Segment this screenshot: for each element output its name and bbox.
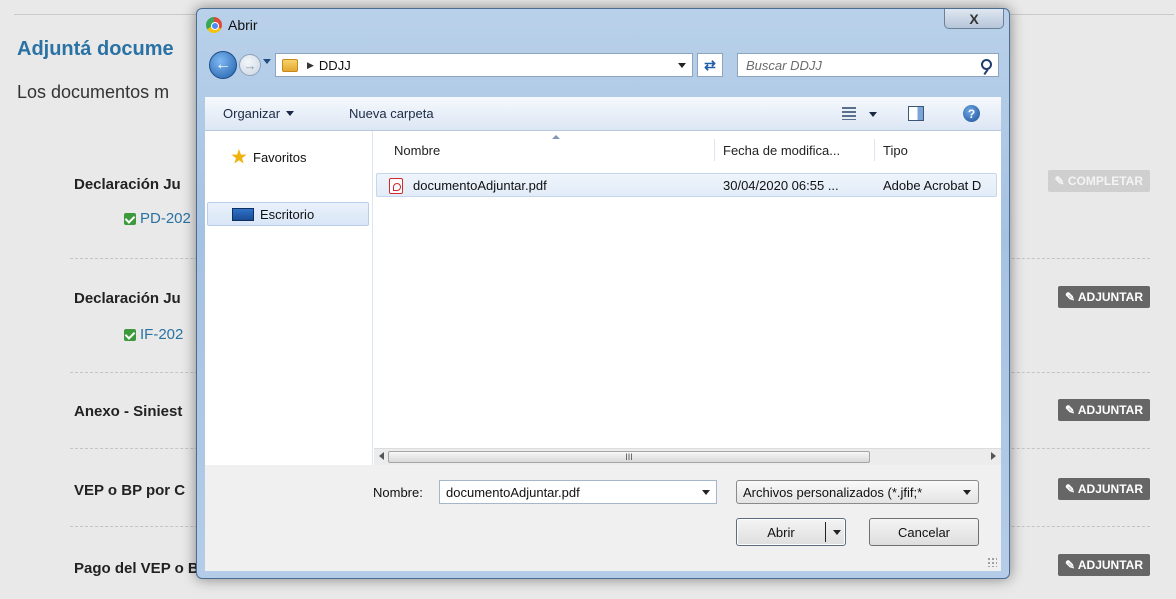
document-name: Declaración Ju — [74, 176, 181, 193]
refresh-button[interactable]: ⇄ — [697, 53, 723, 77]
complete-button[interactable]: ✎ COMPLETAR — [1047, 170, 1150, 192]
view-dropdown-icon[interactable] — [869, 112, 877, 117]
file-type-select[interactable]: Archivos personalizados (*.jfif;* — [736, 480, 979, 504]
star-icon — [231, 149, 247, 164]
search-icon[interactable] — [981, 59, 992, 70]
cancel-button[interactable]: Cancelar — [869, 518, 979, 546]
check-icon — [124, 212, 136, 225]
filename-label: Nombre: — [373, 485, 423, 500]
address-dropdown-icon[interactable] — [678, 63, 686, 68]
folder-icon — [282, 58, 298, 72]
column-header-name[interactable]: Nombre — [394, 143, 440, 158]
filename-input[interactable]: documentoAdjuntar.pdf — [439, 480, 717, 504]
content-area: Favoritos Escritorio Nombre Fecha de mod… — [205, 131, 1001, 465]
attached-file[interactable]: IF-202 — [124, 326, 183, 343]
document-name: Declaración Ju — [74, 290, 181, 307]
dialog-title: Abrir — [228, 17, 258, 33]
filename-dropdown-icon[interactable] — [702, 490, 710, 495]
attached-file[interactable]: PD-202 — [124, 210, 191, 227]
search-input[interactable]: Buscar DDJJ — [737, 53, 999, 77]
attach-button[interactable]: ✎ ADJUNTAR — [1057, 286, 1150, 308]
attach-button[interactable]: ✎ ADJUNTAR — [1057, 554, 1150, 576]
attach-button[interactable]: ✎ ADJUNTAR — [1057, 399, 1150, 421]
help-icon[interactable]: ? — [963, 105, 980, 122]
file-type: Adobe Acrobat D — [883, 178, 982, 193]
file-type-dropdown-icon — [963, 490, 971, 495]
organize-label: Organizar — [223, 106, 281, 121]
scroll-left-icon[interactable] — [379, 452, 384, 460]
back-button[interactable]: ← — [209, 51, 237, 79]
view-options-icon[interactable] — [842, 107, 856, 120]
nav-item-desktop[interactable]: Escritorio — [207, 202, 369, 226]
close-button[interactable]: X — [944, 9, 1004, 29]
forward-button[interactable]: → — [239, 54, 261, 76]
open-file-dialog: Abrir X ← → ▶ DDJJ ⇄ Buscar DDJJ Organiz… — [196, 8, 1010, 579]
navigation-bar: ← → ▶ DDJJ ⇄ Buscar DDJJ — [197, 39, 1009, 89]
resize-grip-icon[interactable] — [987, 557, 997, 567]
new-folder-button[interactable]: Nueva carpeta — [349, 106, 434, 121]
chrome-icon — [206, 17, 222, 33]
file-list: Nombre Fecha de modifica... Tipo documen… — [374, 131, 1001, 465]
attach-button[interactable]: ✎ ADJUNTAR — [1057, 478, 1150, 500]
filename-value: documentoAdjuntar.pdf — [446, 485, 580, 500]
file-date: 30/04/2020 06:55 ... — [723, 178, 839, 193]
horizontal-scrollbar[interactable]: III — [374, 448, 1001, 465]
breadcrumb-arrow-icon[interactable]: ▶ — [307, 60, 314, 71]
toolbar: Organizar Nueva carpeta ? — [205, 97, 1001, 131]
nav-item-label: Escritorio — [260, 206, 315, 222]
open-button[interactable]: Abrir — [736, 518, 846, 546]
open-options-icon[interactable] — [833, 530, 841, 535]
sort-arrow-icon — [552, 135, 560, 139]
document-name: VEP o BP por C — [74, 482, 186, 499]
desktop-icon — [232, 207, 254, 221]
file-row[interactable]: documentoAdjuntar.pdf 30/04/2020 06:55 .… — [376, 173, 997, 197]
check-icon — [124, 328, 136, 341]
nav-item-favorites[interactable]: Favoritos — [207, 145, 369, 169]
navigation-pane: Favoritos Escritorio — [205, 131, 373, 465]
split-divider — [825, 522, 826, 542]
scrollbar-thumb[interactable]: III — [388, 451, 870, 463]
open-label: Abrir — [767, 525, 795, 540]
column-separator[interactable] — [714, 139, 715, 161]
page-title: Adjuntá docume — [17, 38, 174, 60]
chevron-down-icon — [286, 111, 295, 116]
nav-item-label: Favoritos — [253, 149, 307, 165]
breadcrumb-folder[interactable]: DDJJ — [319, 58, 351, 73]
column-header-type[interactable]: Tipo — [883, 143, 908, 158]
pdf-file-icon — [389, 178, 403, 194]
column-header-date[interactable]: Fecha de modifica... — [723, 143, 840, 158]
column-separator[interactable] — [874, 139, 875, 161]
dialog-footer: Nombre: documentoAdjuntar.pdf Archivos p… — [205, 465, 1001, 571]
file-type-value: Archivos personalizados (*.jfif;* — [743, 485, 923, 500]
attached-file-name: IF-202 — [140, 326, 184, 343]
document-name: Anexo - Siniest — [74, 403, 183, 420]
new-folder-label: Nueva carpeta — [349, 106, 434, 121]
organize-menu[interactable]: Organizar — [223, 106, 295, 121]
dialog-titlebar[interactable]: Abrir X — [197, 9, 1009, 39]
scroll-right-icon[interactable] — [991, 452, 996, 460]
address-bar[interactable]: ▶ DDJJ — [275, 53, 693, 77]
history-dropdown-icon[interactable] — [263, 59, 271, 64]
page-subtitle: Los documentos m — [17, 82, 170, 102]
file-name: documentoAdjuntar.pdf — [413, 178, 547, 193]
preview-pane-icon[interactable] — [908, 106, 924, 121]
attached-file-name: PD-202 — [140, 210, 191, 227]
search-placeholder: Buscar DDJJ — [746, 57, 822, 73]
